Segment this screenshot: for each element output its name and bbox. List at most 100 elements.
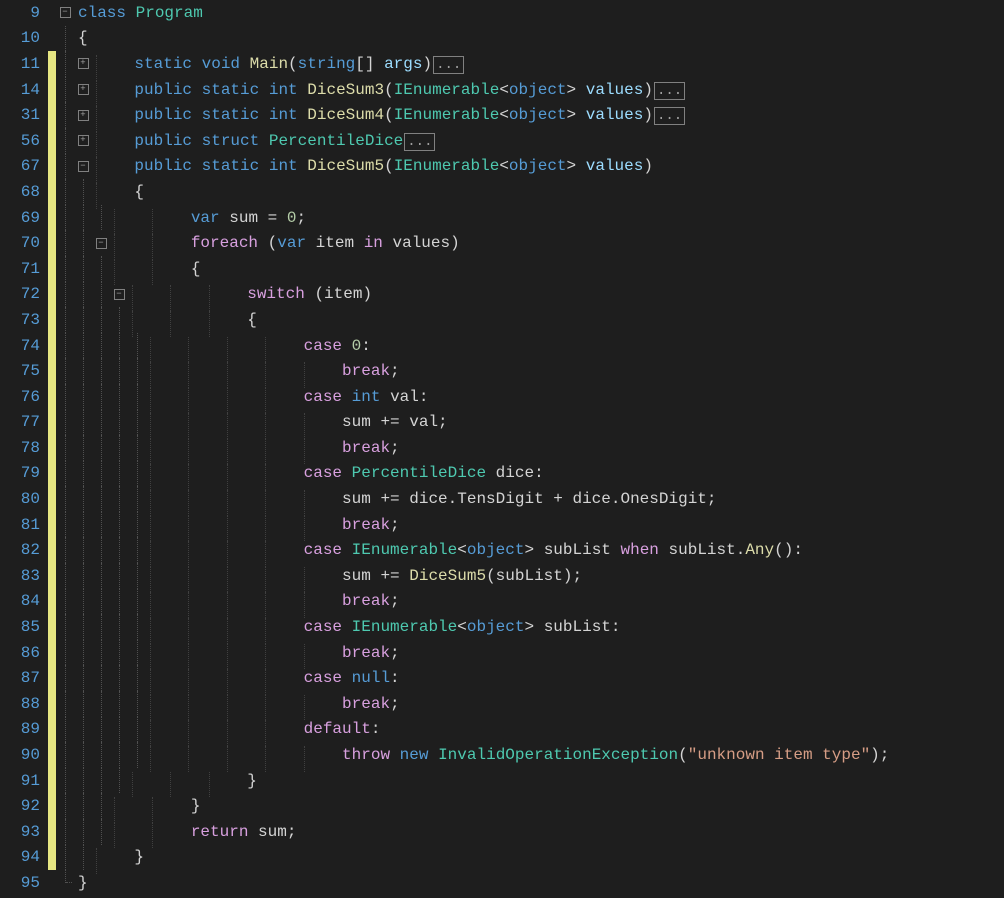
code-line[interactable]: 14+ public static int DiceSum3(IEnumerab… (0, 77, 1004, 103)
code-content[interactable]: case IEnumerable<object> subList when su… (146, 541, 803, 559)
fold-gutter[interactable]: + (74, 77, 92, 103)
fold-gutter[interactable]: − (74, 154, 92, 180)
collapsed-region[interactable]: ... (433, 56, 464, 74)
code-line[interactable]: 56+ public struct PercentileDice... (0, 128, 1004, 154)
code-content[interactable]: } (110, 797, 200, 815)
code-line[interactable]: 78 break; (0, 435, 1004, 461)
code-line[interactable]: 79 case PercentileDice dice: (0, 461, 1004, 487)
fold-gutter[interactable]: + (74, 102, 92, 128)
code-content[interactable]: } (92, 848, 144, 866)
code-line[interactable]: 72− switch (item) (0, 282, 1004, 308)
code-line[interactable]: 10{ (0, 26, 1004, 52)
code-line[interactable]: 87 case null: (0, 665, 1004, 691)
expand-icon[interactable]: + (78, 110, 89, 121)
code-content[interactable]: public static int DiceSum3(IEnumerable<o… (92, 81, 685, 99)
collapsed-region[interactable]: ... (654, 82, 685, 100)
fold-gutter[interactable]: − (56, 0, 74, 26)
expand-icon[interactable]: + (78, 135, 89, 146)
code-content[interactable]: foreach (var item in values) (110, 234, 460, 252)
code-line[interactable]: 77 sum += val; (0, 410, 1004, 436)
fold-gutter[interactable]: + (74, 128, 92, 154)
collapsed-region[interactable]: ... (654, 107, 685, 125)
expand-icon[interactable]: + (78, 84, 89, 95)
collapsed-region[interactable]: ... (404, 133, 435, 151)
code-line[interactable]: 73 { (0, 307, 1004, 333)
code-content[interactable]: var sum = 0; (110, 209, 306, 227)
code-line[interactable]: 31+ public static int DiceSum4(IEnumerab… (0, 102, 1004, 128)
code-line[interactable]: 86 break; (0, 640, 1004, 666)
outline-guide (56, 384, 74, 410)
code-line[interactable]: 94 } (0, 845, 1004, 871)
change-marker (48, 179, 56, 205)
code-line[interactable]: 76 case int val: (0, 384, 1004, 410)
code-content[interactable]: switch (item) (128, 285, 372, 303)
code-content[interactable]: case PercentileDice dice: (146, 464, 544, 482)
code-content[interactable]: } (128, 772, 257, 790)
code-line[interactable]: 69 var sum = 0; (0, 205, 1004, 231)
collapse-icon[interactable]: − (96, 238, 107, 249)
code-line[interactable]: 74 case 0: (0, 333, 1004, 359)
collapse-icon[interactable]: − (78, 161, 89, 172)
expand-icon[interactable]: + (78, 58, 89, 69)
code-content[interactable]: break; (146, 695, 400, 713)
code-content[interactable]: { (110, 260, 200, 278)
code-content[interactable]: case null: (146, 669, 400, 687)
code-line[interactable]: 83 sum += DiceSum5(subList); (0, 563, 1004, 589)
code-line[interactable]: 92 } (0, 793, 1004, 819)
outline-guide (74, 742, 92, 768)
collapse-icon[interactable]: − (114, 289, 125, 300)
code-content[interactable]: class Program (74, 4, 203, 22)
code-line[interactable]: 95} (0, 870, 1004, 896)
outline-guide (56, 614, 74, 640)
code-content[interactable]: sum += dice.TensDigit + dice.OnesDigit; (146, 490, 717, 508)
code-content[interactable]: break; (146, 644, 400, 662)
code-content[interactable]: public static int DiceSum4(IEnumerable<o… (92, 106, 685, 124)
fold-gutter[interactable]: − (92, 230, 110, 256)
fold-gutter[interactable]: − (110, 282, 128, 308)
code-content[interactable]: break; (146, 362, 400, 380)
code-line[interactable]: 68 { (0, 179, 1004, 205)
code-content[interactable]: break; (146, 439, 400, 457)
code-line[interactable]: 84 break; (0, 589, 1004, 615)
code-content[interactable]: case 0: (146, 337, 371, 355)
token-punct: : (371, 720, 381, 738)
code-line[interactable]: 11+ static void Main(string[] args)... (0, 51, 1004, 77)
code-content[interactable]: case int val: (146, 388, 428, 406)
fold-gutter[interactable]: + (74, 51, 92, 77)
code-line[interactable]: 70− foreach (var item in values) (0, 230, 1004, 256)
code-content[interactable]: sum += DiceSum5(subList); (146, 567, 582, 585)
token-ctrl: return (191, 823, 249, 841)
code-line[interactable]: 80 sum += dice.TensDigit + dice.OnesDigi… (0, 486, 1004, 512)
code-content[interactable]: case IEnumerable<object> subList: (146, 618, 621, 636)
code-content[interactable]: throw new InvalidOperationException("unk… (146, 746, 889, 764)
collapse-icon[interactable]: − (60, 7, 71, 18)
code-line[interactable]: 88 break; (0, 691, 1004, 717)
code-line[interactable]: 9−class Program (0, 0, 1004, 26)
code-content[interactable]: default: (146, 720, 380, 738)
outline-guide (56, 563, 74, 589)
code-content[interactable]: public struct PercentileDice... (92, 132, 435, 150)
code-content[interactable]: public static int DiceSum5(IEnumerable<o… (92, 157, 653, 175)
code-line[interactable]: 82 case IEnumerable<object> subList when… (0, 537, 1004, 563)
code-editor[interactable]: 9−class Program10{11+ static void Main(s… (0, 0, 1004, 898)
token-str: "unknown item type" (688, 746, 870, 764)
code-line[interactable]: 75 break; (0, 358, 1004, 384)
code-content[interactable]: return sum; (110, 823, 296, 841)
code-line[interactable]: 93 return sum; (0, 819, 1004, 845)
code-content[interactable]: static void Main(string[] args)... (92, 55, 464, 73)
code-line[interactable]: 67− public static int DiceSum5(IEnumerab… (0, 154, 1004, 180)
code-line[interactable]: 71 { (0, 256, 1004, 282)
code-content[interactable]: { (74, 29, 88, 47)
code-line[interactable]: 90 throw new InvalidOperationException("… (0, 742, 1004, 768)
code-line[interactable]: 89 default: (0, 717, 1004, 743)
code-content[interactable]: sum += val; (146, 413, 448, 431)
token-kw: int (269, 81, 298, 99)
code-line[interactable]: 81 break; (0, 512, 1004, 538)
code-content[interactable]: } (74, 874, 88, 892)
code-content[interactable]: { (128, 311, 257, 329)
code-line[interactable]: 91 } (0, 768, 1004, 794)
code-content[interactable]: break; (146, 592, 400, 610)
code-line[interactable]: 85 case IEnumerable<object> subList: (0, 614, 1004, 640)
code-content[interactable]: { (92, 183, 144, 201)
code-content[interactable]: break; (146, 516, 400, 534)
